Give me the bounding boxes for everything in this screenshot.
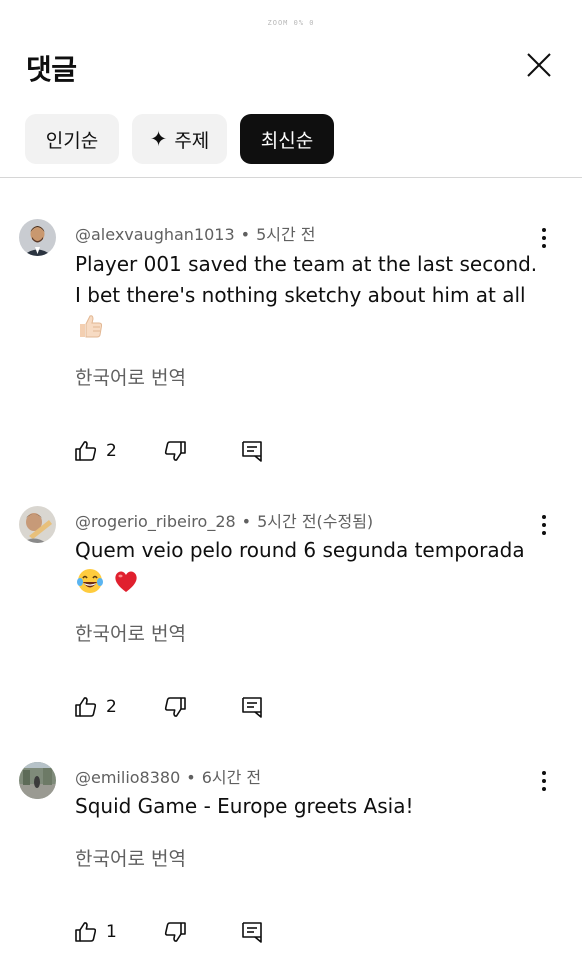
more-vert-icon — [542, 771, 546, 775]
chip-label: 최신순 — [260, 129, 314, 152]
thumbs-up-icon — [75, 922, 97, 942]
close-icon — [527, 53, 551, 77]
separator-dot: • — [186, 768, 196, 787]
comment-meta: @emilio8380 • 6시간 전 — [75, 764, 261, 788]
thumbs-up-icon — [75, 697, 97, 717]
comment-meta: @alexvaughan1013 • 5시간 전 — [75, 221, 316, 245]
dislike-button[interactable] — [163, 919, 187, 945]
avatar[interactable] — [19, 219, 56, 256]
red-heart-emoji-icon — [111, 566, 141, 605]
comment-meta: @rogerio_ribeiro_28 • 5시간 전(수정됨) — [75, 508, 373, 532]
like-count: 2 — [106, 441, 117, 461]
more-vert-icon — [542, 515, 546, 519]
thumbs-up-icon — [75, 441, 97, 461]
comment-author[interactable]: @alexvaughan1013 — [75, 225, 235, 244]
comment-body: Quem veio pelo round 6 segunda temporada — [75, 535, 545, 605]
divider — [0, 177, 582, 178]
comment-time: 5시간 전(수정됨) — [257, 512, 374, 531]
dislike-button[interactable] — [163, 694, 187, 720]
thumbs-down-icon — [164, 441, 186, 461]
comment-author[interactable]: @rogerio_ribeiro_28 — [75, 512, 236, 531]
like-button[interactable]: 1 — [74, 919, 117, 945]
thumbs-down-icon — [164, 697, 186, 717]
comment-body: Player 001 saved the team at the last se… — [75, 249, 545, 350]
thumbs-up-emoji-icon — [75, 311, 105, 350]
reply-icon — [242, 697, 262, 718]
more-options-button[interactable] — [536, 513, 552, 537]
translate-link[interactable]: 한국어로 번역 — [75, 363, 186, 390]
chip-newest[interactable]: 최신순 — [240, 114, 334, 164]
avatar[interactable] — [19, 762, 56, 799]
sort-filter-chips: 인기순 ✦ 주제 최신순 — [25, 114, 334, 164]
reply-icon — [242, 441, 262, 462]
chip-label: 주제 — [174, 129, 210, 152]
comment-body: Squid Game - Europe greets Asia! — [75, 791, 545, 822]
chip-popular[interactable]: 인기순 — [25, 114, 119, 164]
comment-text: Squid Game - Europe greets Asia! — [75, 794, 414, 818]
translate-link[interactable]: 한국어로 번역 — [75, 844, 186, 871]
dislike-button[interactable] — [163, 438, 187, 464]
like-count: 1 — [106, 922, 117, 942]
comment-time: 6시간 전 — [201, 768, 262, 787]
separator-dot: • — [241, 512, 252, 531]
more-options-button[interactable] — [536, 769, 552, 793]
comment-actions: 2 — [74, 694, 274, 720]
translate-link[interactable]: 한국어로 번역 — [75, 619, 186, 646]
like-button[interactable]: 2 — [74, 438, 117, 464]
comment-text: Quem veio pelo round 6 segunda temporada — [75, 538, 525, 562]
sparkle-icon: ✦ — [149, 127, 168, 151]
sheet-grabber: ZOOM 0% 0 — [0, 10, 582, 29]
like-count: 2 — [106, 697, 117, 717]
comments-header: 댓글 — [0, 44, 582, 88]
reply-button[interactable] — [240, 919, 264, 945]
chip-label: 인기순 — [45, 129, 99, 152]
status-text: ZOOM 0% 0 — [267, 19, 315, 27]
laughing-tears-emoji-icon — [75, 566, 105, 605]
separator-dot: • — [240, 225, 251, 244]
more-vert-icon — [542, 228, 546, 232]
comment-author[interactable]: @emilio8380 — [75, 768, 180, 787]
page-title: 댓글 — [26, 53, 77, 86]
comment-actions: 1 — [74, 919, 274, 945]
reply-button[interactable] — [240, 694, 264, 720]
chip-topic[interactable]: ✦ 주제 — [132, 114, 227, 164]
avatar[interactable] — [19, 506, 56, 543]
comment-actions: 2 — [74, 438, 274, 464]
more-options-button[interactable] — [536, 226, 552, 250]
close-button[interactable] — [524, 50, 554, 80]
thumbs-down-icon — [164, 922, 186, 942]
comment-text: Player 001 saved the team at the last se… — [75, 252, 538, 307]
reply-button[interactable] — [240, 438, 264, 464]
like-button[interactable]: 2 — [74, 694, 117, 720]
comment-time: 5시간 전 — [256, 225, 316, 244]
reply-icon — [242, 922, 262, 943]
